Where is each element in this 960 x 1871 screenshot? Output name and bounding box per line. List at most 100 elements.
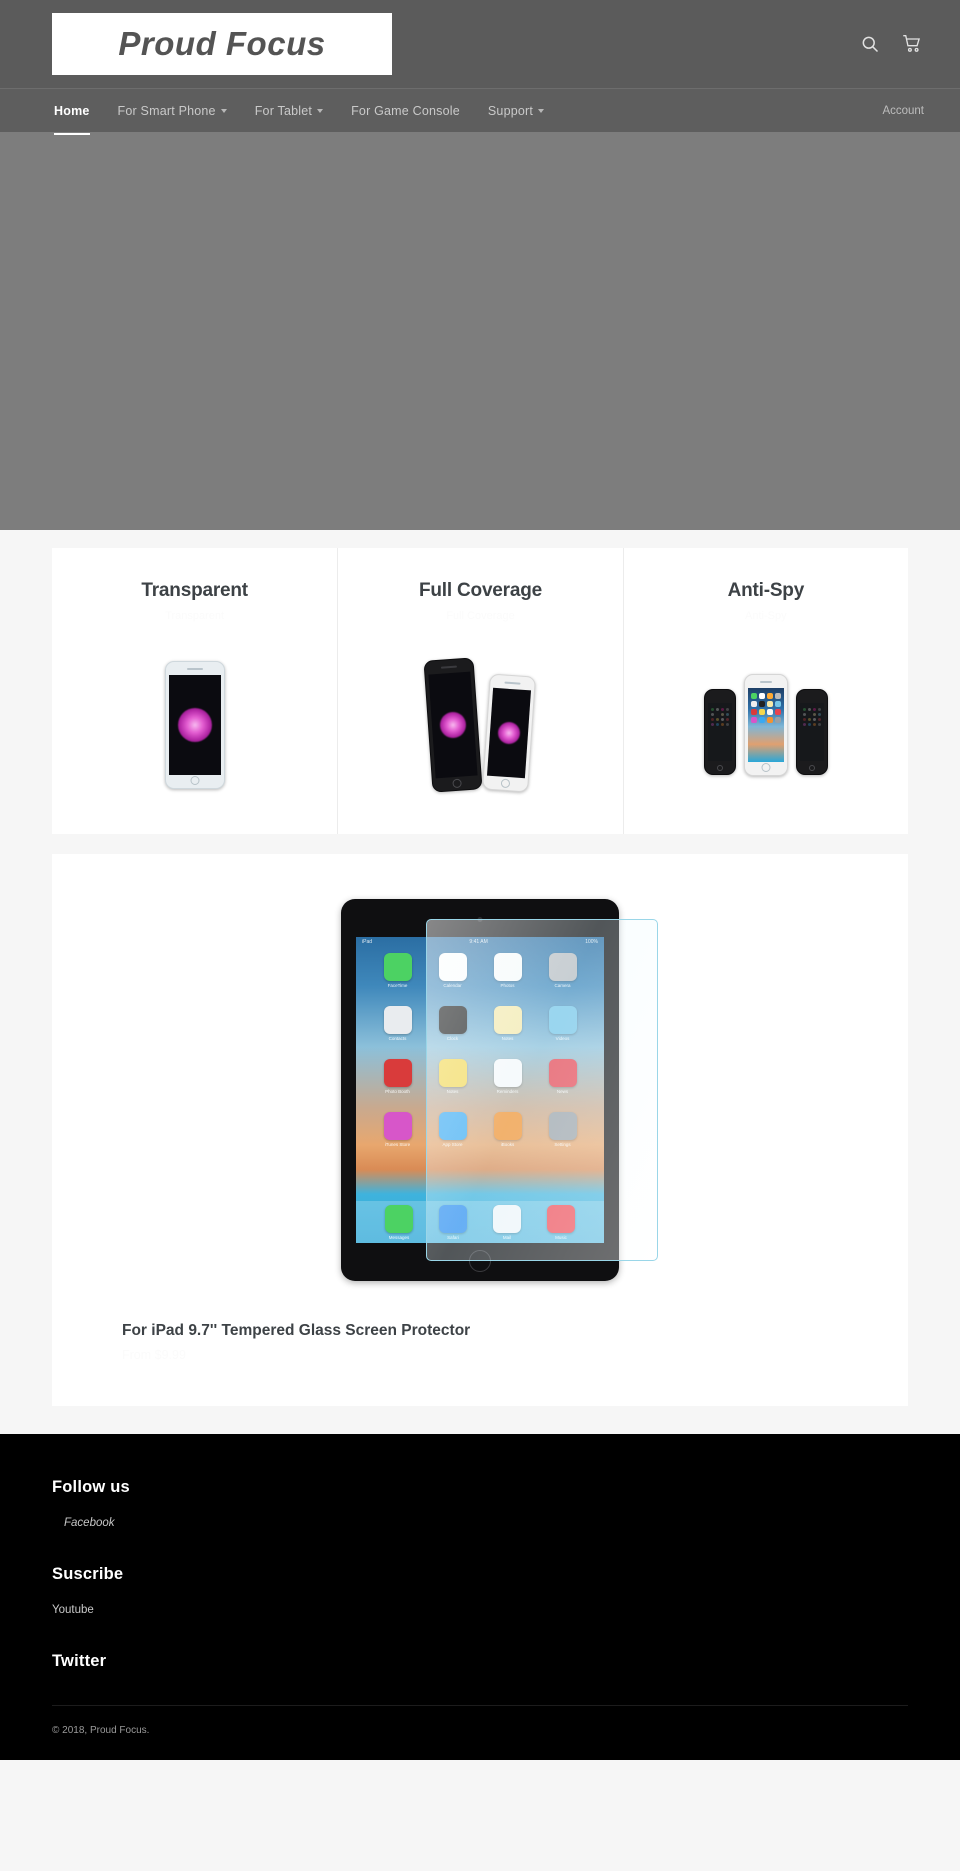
app-cell: Contacts bbox=[383, 1006, 412, 1041]
app-cell: Calendar bbox=[438, 953, 467, 988]
feature-subtitle: Full Coverage bbox=[446, 610, 515, 622]
hero-banner[interactable] bbox=[0, 132, 960, 530]
app-label: Notes bbox=[446, 1089, 459, 1094]
nav-item-home[interactable]: Home bbox=[40, 89, 104, 135]
app-label: Calendar bbox=[443, 983, 462, 988]
app-label: Music bbox=[555, 1234, 567, 1240]
phone-home-button bbox=[716, 765, 723, 771]
app-label: Clock bbox=[446, 1036, 459, 1041]
app-icon-notes-2 bbox=[438, 1059, 467, 1087]
app-icon-camera bbox=[548, 953, 577, 981]
feature-card-anti-spy[interactable]: Anti-Spy Anti-Spy bbox=[622, 548, 908, 834]
app-icon-music bbox=[547, 1204, 575, 1233]
app-cell: Notes bbox=[493, 1006, 522, 1041]
nav-item-for-smart-phone[interactable]: For Smart Phone bbox=[104, 89, 241, 132]
ipad-camera bbox=[477, 917, 483, 922]
phone-screen bbox=[428, 671, 479, 778]
app-label: iBooks bbox=[500, 1142, 515, 1147]
flower-wallpaper bbox=[177, 707, 212, 742]
app-icon-mail bbox=[493, 1204, 521, 1233]
footer-bottom-bar: © 2018, Proud Focus. bbox=[52, 1705, 908, 1760]
site-logo[interactable]: Proud Focus bbox=[52, 13, 392, 75]
app-label: Camera bbox=[554, 983, 571, 988]
site-footer: Follow us Facebook Suscribe Youtube Twit… bbox=[0, 1434, 960, 1760]
nav-label-support: Support bbox=[487, 103, 534, 118]
ipad-app-grid: FaceTime Calendar Photos Camera Contacts… bbox=[370, 953, 590, 1147]
phone-home-button bbox=[190, 776, 200, 785]
nav-item-for-game-console[interactable]: For Game Console bbox=[337, 89, 474, 132]
nav-label-home: Home bbox=[54, 103, 90, 118]
app-cell: FaceTime bbox=[383, 953, 412, 988]
phone-speaker bbox=[441, 665, 458, 669]
app-icon-itunes-store bbox=[383, 1112, 412, 1140]
phone-home-button bbox=[761, 763, 771, 772]
product-title[interactable]: For iPad 9.7'' Tempered Glass Screen Pro… bbox=[122, 1322, 882, 1340]
chevron-down-icon bbox=[317, 108, 324, 113]
flower-wallpaper bbox=[439, 710, 468, 739]
phone-screen bbox=[487, 687, 532, 778]
app-cell: Notes bbox=[438, 1059, 467, 1094]
nav-list: Home For Smart Phone For Tablet For Game… bbox=[40, 89, 558, 135]
product-card: iPad 9:41 AM 100% FaceTime Calendar Phot… bbox=[52, 854, 908, 1406]
app-cell: Clock bbox=[438, 1006, 467, 1041]
app-label: Photos bbox=[500, 983, 515, 988]
feature-card-transparent[interactable]: Transparent Transparent bbox=[52, 548, 337, 834]
app-icon-settings bbox=[548, 1112, 577, 1140]
app-cell: News bbox=[548, 1059, 577, 1094]
footer-heading: Twitter bbox=[52, 1652, 107, 1670]
footer-heading: Suscribe bbox=[52, 1565, 124, 1583]
footer-link-facebook[interactable]: Facebook bbox=[64, 1517, 115, 1529]
statusbar-right: 100% bbox=[585, 939, 598, 945]
phone-speaker bbox=[759, 680, 772, 683]
flower-wallpaper bbox=[497, 720, 522, 745]
app-label: Safari bbox=[447, 1234, 459, 1240]
footer-link-youtube[interactable]: Youtube bbox=[52, 1604, 94, 1616]
app-cell: Photo Booth bbox=[383, 1059, 412, 1094]
app-label: Notes bbox=[501, 1036, 514, 1041]
app-cell: Settings bbox=[548, 1112, 577, 1147]
statusbar-center: 9:41 AM bbox=[469, 939, 488, 945]
app-icon-news bbox=[548, 1059, 577, 1087]
app-icon-photos bbox=[493, 953, 522, 981]
nav-item-for-tablet[interactable]: For Tablet bbox=[241, 89, 337, 132]
phone-illustration-spy-left bbox=[703, 688, 736, 775]
app-icon-contacts bbox=[383, 1006, 412, 1034]
chevron-down-icon bbox=[220, 108, 227, 113]
app-label: News bbox=[556, 1089, 569, 1094]
phone-speaker bbox=[504, 681, 522, 685]
phone-screen bbox=[707, 702, 732, 761]
nav-item-support[interactable]: Support bbox=[474, 89, 558, 132]
footer-block-twitter: Twitter bbox=[52, 1652, 908, 1671]
phone-illustration-white bbox=[482, 673, 537, 792]
dock-cell: Safari bbox=[439, 1204, 467, 1240]
site-header: Proud Focus bbox=[0, 0, 960, 88]
app-label: Messages bbox=[388, 1234, 410, 1240]
app-label: Contacts bbox=[388, 1036, 407, 1041]
app-grid bbox=[800, 703, 824, 761]
phone-illustration-black bbox=[423, 656, 484, 793]
app-label: Photo Booth bbox=[385, 1089, 410, 1094]
phone-home-button bbox=[452, 777, 463, 788]
footer-heading: Follow us bbox=[52, 1478, 130, 1496]
chevron-down-icon bbox=[538, 108, 545, 113]
app-cell: Photos bbox=[493, 953, 522, 988]
feature-card-full-coverage[interactable]: Full Coverage Full Coverage bbox=[337, 548, 622, 834]
cart-icon[interactable] bbox=[902, 34, 922, 54]
search-icon[interactable] bbox=[860, 34, 880, 54]
header-icon-group bbox=[860, 34, 922, 54]
account-link[interactable]: Account bbox=[882, 105, 924, 117]
app-icon-photo-booth bbox=[383, 1059, 412, 1087]
app-grid bbox=[708, 703, 732, 761]
app-icon-app-store bbox=[438, 1112, 467, 1140]
app-icon-facetime bbox=[383, 953, 412, 981]
app-cell: iTunes Store bbox=[383, 1112, 412, 1147]
feature-image-anti-spy bbox=[634, 639, 898, 810]
statusbar-left: iPad bbox=[362, 939, 373, 945]
feature-subtitle: Transparent bbox=[165, 610, 225, 622]
nav-label-for-game-console: For Game Console bbox=[351, 103, 460, 118]
page-root: Proud Focus Home For Smart Phone For Tab… bbox=[0, 0, 960, 1760]
app-icon-reminders bbox=[493, 1059, 522, 1087]
dock-cell: Mail bbox=[493, 1204, 521, 1240]
ipad-screen: iPad 9:41 AM 100% FaceTime Calendar Phot… bbox=[356, 937, 604, 1243]
product-image[interactable]: iPad 9:41 AM 100% FaceTime Calendar Phot… bbox=[78, 880, 882, 1300]
